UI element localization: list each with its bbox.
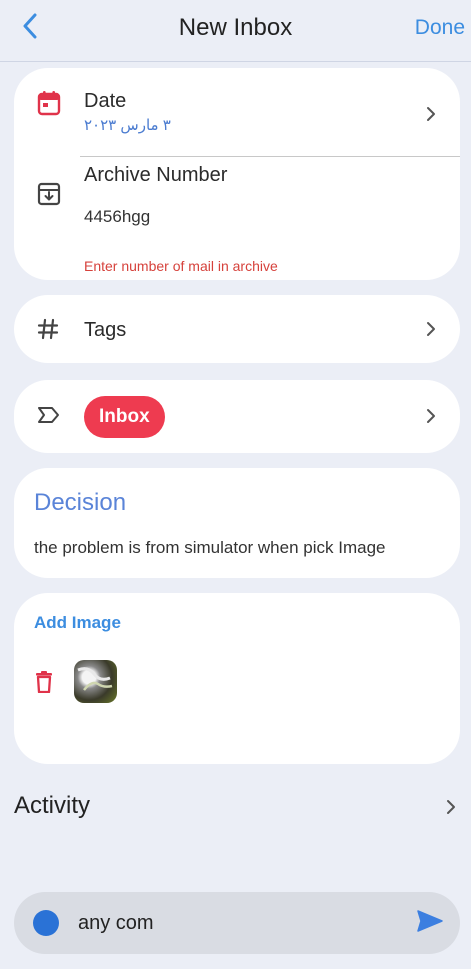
send-icon [417,909,443,937]
activity-label[interactable]: Activity [14,792,90,820]
decision-title: Decision [34,489,127,516]
add-image-button[interactable]: Add Image [34,613,121,633]
chevron-right-icon[interactable] [444,797,458,817]
chevron-right-icon[interactable] [424,406,438,426]
chevron-right-icon[interactable] [424,319,438,339]
date-value[interactable]: ٣ مارس ٢٠٢٣ [84,116,171,134]
trash-icon[interactable] [34,670,54,694]
chevron-right-icon[interactable] [424,104,438,124]
send-button[interactable] [416,909,444,937]
archive-number-error: Enter number of mail in archive [84,258,278,274]
done-button[interactable]: Done [415,16,465,40]
calendar-icon [36,89,62,117]
back-button[interactable] [14,12,46,44]
avatar [33,910,59,936]
decision-card: Decision the problem is from simulator w… [14,468,460,578]
divider [80,156,460,157]
chevron-left-icon [22,13,38,44]
details-card: Date ٣ مارس ٢٠٢٣ Archive Number 4456hgg … [14,68,460,280]
decision-text[interactable]: the problem is from simulator when pick … [34,538,385,558]
images-card: Add Image [14,593,460,764]
tags-label: Tags [84,319,127,341]
archive-number-label: Archive Number [84,164,228,186]
date-label: Date [84,90,127,112]
comment-input[interactable] [78,908,398,938]
archive-number-field[interactable]: 4456hgg [84,207,150,227]
tags-row[interactable]: Tags [14,295,460,363]
inbox-chip[interactable]: Inbox [84,396,165,438]
page-title: New Inbox [178,14,293,41]
label-icon [36,404,62,426]
hash-icon [36,317,60,341]
comment-composer [14,892,460,954]
image-thumbnail[interactable] [74,660,117,703]
top-bar: New Inbox Done [0,0,471,62]
archive-icon [36,181,62,207]
category-row[interactable]: Inbox [14,380,460,453]
